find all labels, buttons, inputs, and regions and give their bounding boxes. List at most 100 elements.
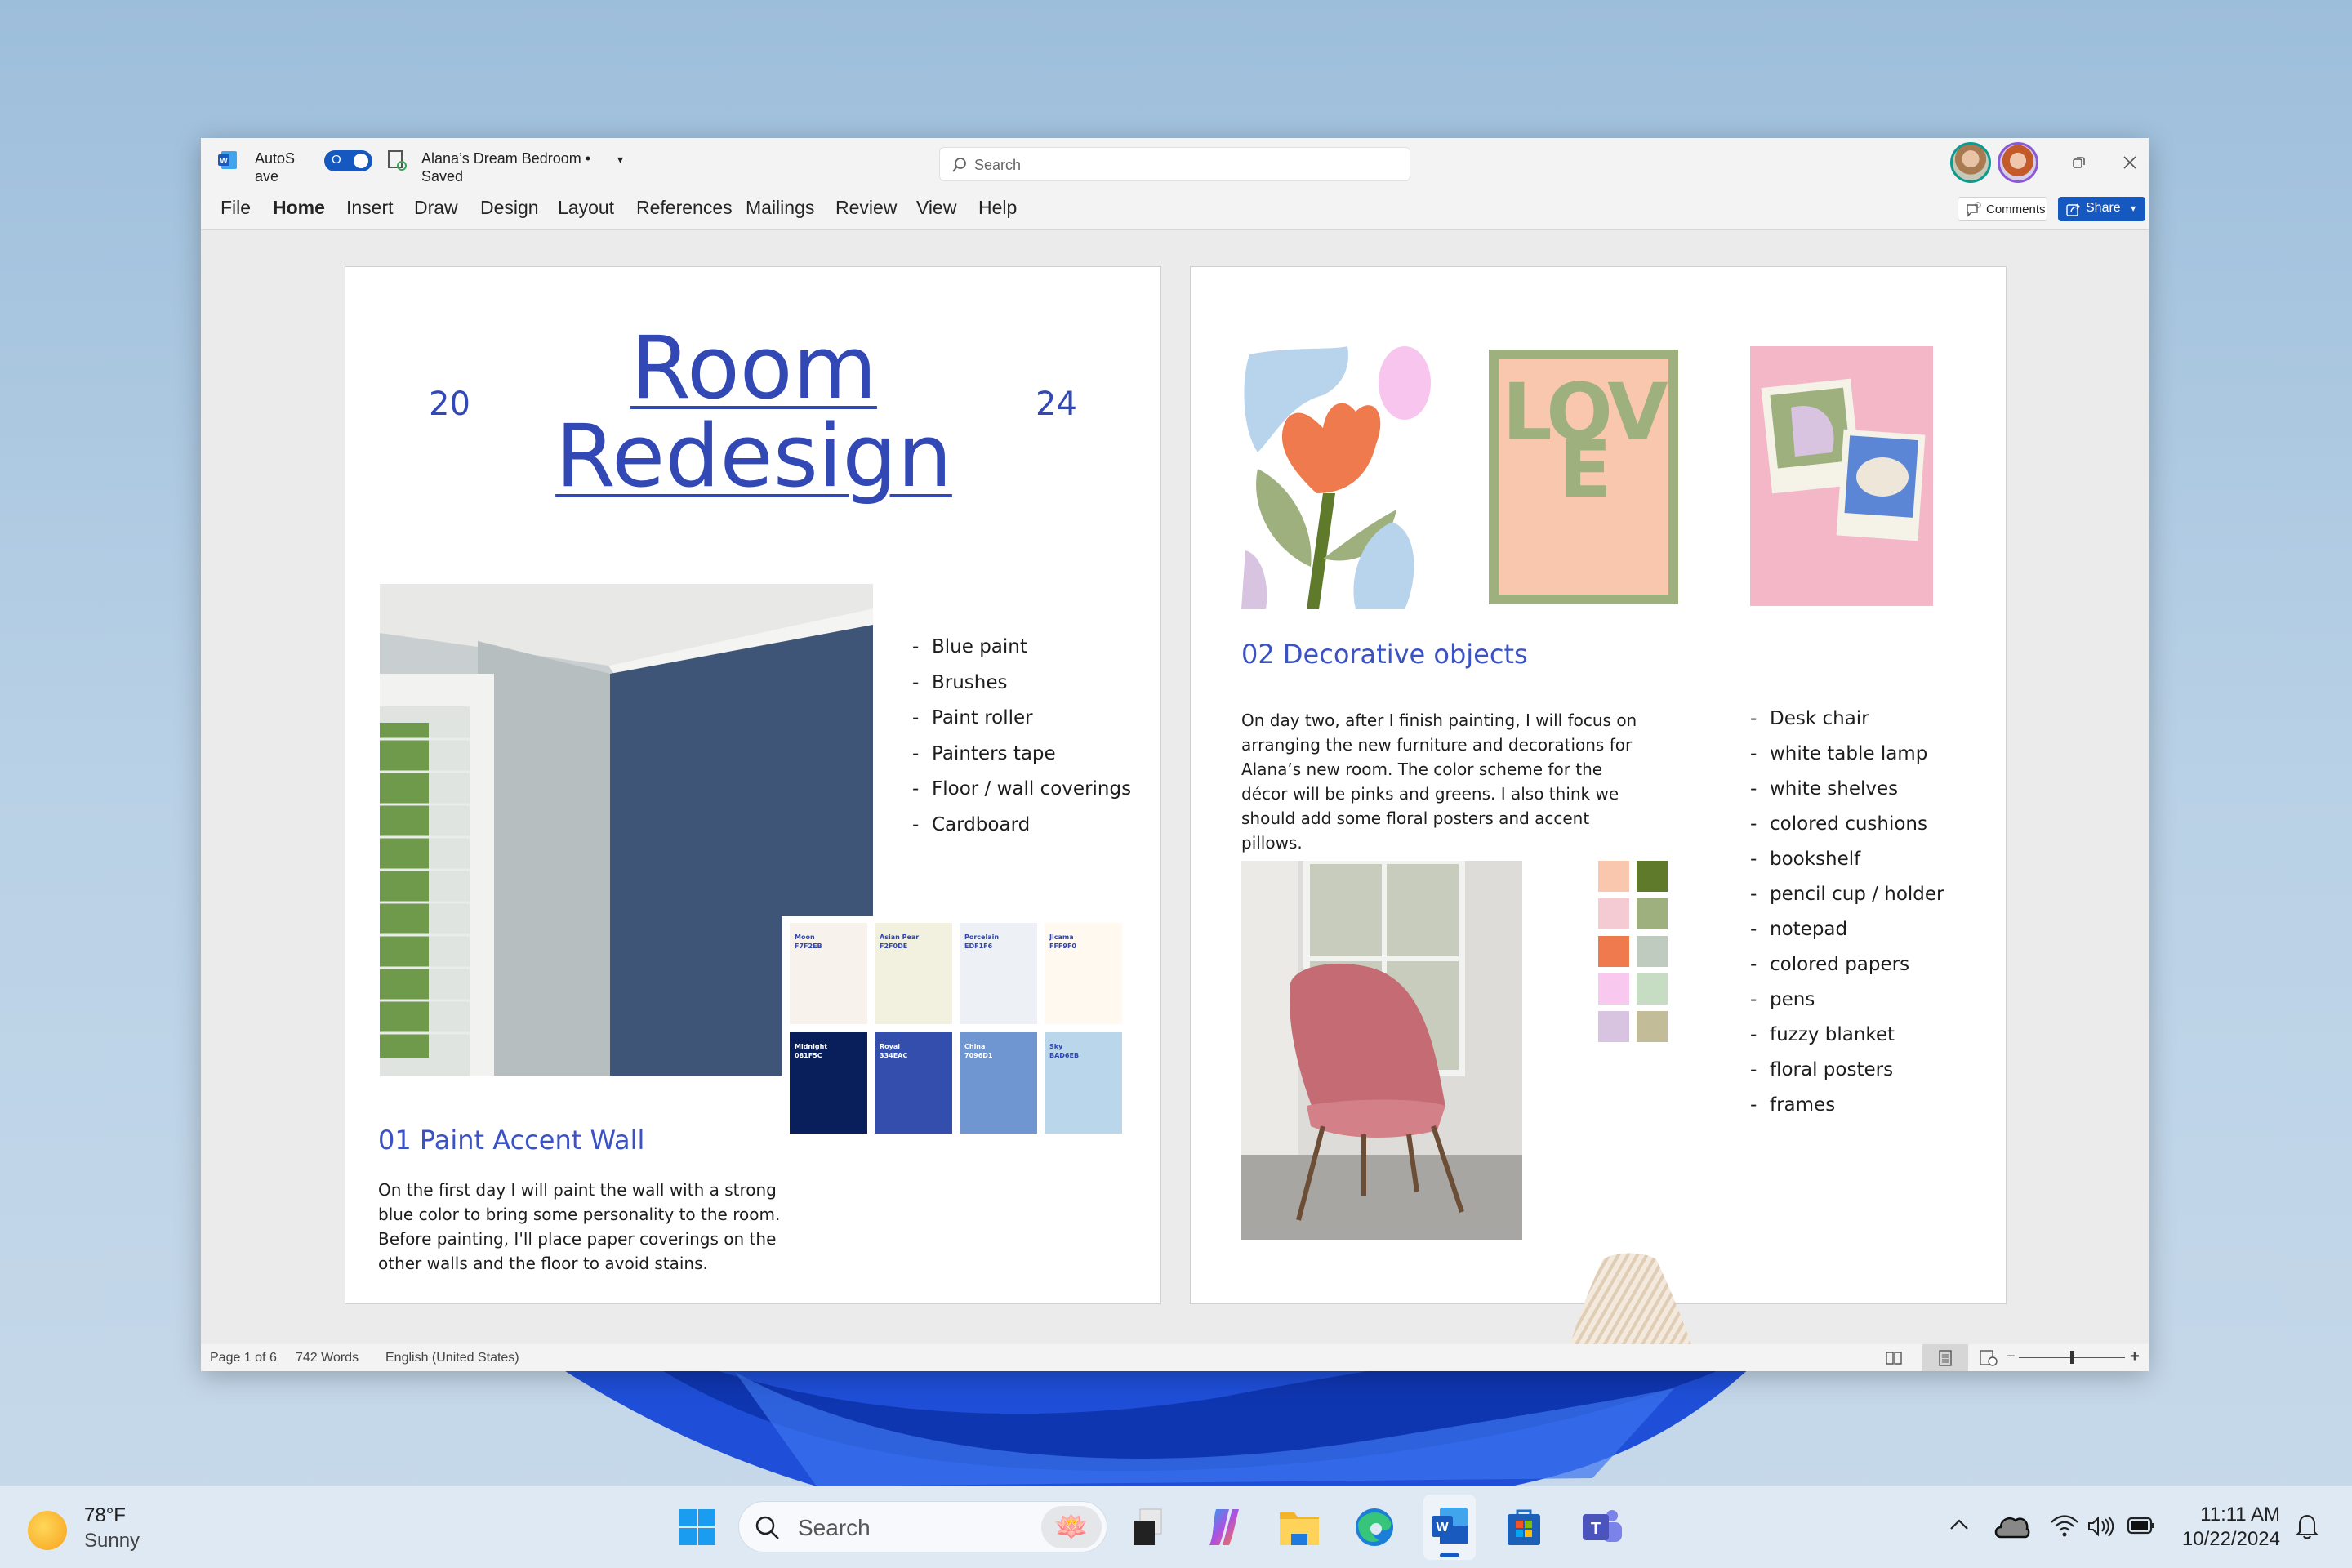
- word-app-icon: W: [218, 151, 237, 169]
- edge-browser-icon[interactable]: [1352, 1504, 1397, 1550]
- list-item-label: floral posters: [1770, 1059, 1894, 1080]
- list-item: - Brushes: [912, 672, 1008, 693]
- restore-icon[interactable]: [2071, 154, 2087, 171]
- list-item-label: white table lamp: [1770, 743, 1928, 764]
- share-icon: [2066, 203, 2080, 216]
- language-indicator[interactable]: English (United States): [385, 1351, 519, 1365]
- swatch-hex: BAD6EB: [1049, 1052, 1080, 1059]
- list-item: - fuzzy blanket: [1750, 1024, 1895, 1045]
- bullet-dash: -: [1750, 884, 1757, 905]
- swatch-card: Moon F7F2EB Asian Pear F2F0DE Porcelain EDF1F…: [782, 916, 1126, 1137]
- task-view-icon[interactable]: [1127, 1504, 1173, 1550]
- bullet-dash: -: [1750, 1059, 1757, 1080]
- zoom-in-button[interactable]: +: [2130, 1348, 2140, 1366]
- sun-weather-icon[interactable]: [28, 1511, 67, 1550]
- color-swatch: China 7096D1: [960, 1032, 1037, 1134]
- list-item: - Blue paint: [912, 636, 1027, 657]
- share-label: Share: [2086, 201, 2121, 215]
- list-item: - Painters tape: [912, 743, 1056, 764]
- bullet-dash: -: [912, 707, 920, 728]
- swatch-hex: 334EAC: [880, 1052, 908, 1059]
- section-heading-paint: 01 Paint Accent Wall: [378, 1125, 645, 1156]
- tab-file[interactable]: File: [220, 197, 251, 219]
- web-layout-icon[interactable]: [1979, 1349, 1998, 1367]
- weather-widget[interactable]: 78°F Sunny: [84, 1503, 140, 1553]
- page-1[interactable]: 20 24 Room Redesign - Blue paint - Brushes -…: [345, 266, 1161, 1304]
- tulip-illustration: [1241, 346, 1431, 609]
- word-count[interactable]: 742 Words: [296, 1351, 359, 1365]
- zoom-out-button[interactable]: −: [2006, 1348, 2016, 1366]
- swatch-hex: F2F0DE: [880, 942, 908, 950]
- comments-button[interactable]: Comments: [1958, 197, 2047, 221]
- tab-help[interactable]: Help: [978, 197, 1017, 219]
- onedrive-cloud-icon[interactable]: [1993, 1512, 2030, 1540]
- tab-layout[interactable]: Layout: [558, 197, 614, 219]
- avatar[interactable]: [1998, 142, 2038, 183]
- battery-icon[interactable]: [2127, 1516, 2156, 1535]
- volume-icon[interactable]: [2087, 1514, 2114, 1539]
- page-count[interactable]: Page 1 of 6: [210, 1351, 277, 1365]
- swatch-name: Jicama: [1049, 933, 1074, 941]
- read-mode-icon[interactable]: [1885, 1350, 1903, 1366]
- word-window: W AutoS ave O Alana’s Dream Bedroom • Sav…: [201, 138, 2149, 1371]
- wifi-icon[interactable]: [2050, 1514, 2079, 1539]
- tab-draw[interactable]: Draw: [414, 197, 458, 219]
- bullet-dash: -: [912, 742, 920, 764]
- autosave-toggle[interactable]: O: [324, 150, 372, 172]
- color-swatch: Midnight 081F5C: [790, 1032, 867, 1134]
- tab-references[interactable]: References: [636, 197, 733, 219]
- swatch-hex: 7096D1: [964, 1052, 993, 1059]
- swatch-hex: FFF9F0: [1049, 942, 1076, 950]
- bullet-dash: -: [912, 636, 920, 657]
- close-icon[interactable]: [2122, 154, 2138, 171]
- autosave-label-line1: AutoS: [255, 150, 296, 167]
- bullet-dash: -: [912, 778, 920, 800]
- comment-icon: [1967, 202, 1981, 217]
- list-item: - Desk chair: [1750, 708, 1869, 729]
- color-swatch: Moon F7F2EB: [790, 923, 867, 1024]
- page-2[interactable]: LOVE 02 Decorative objects On day two, a…: [1190, 266, 2007, 1371]
- windows-start-icon[interactable]: [675, 1504, 720, 1550]
- search-icon: [952, 158, 966, 172]
- copilot-icon[interactable]: [1201, 1504, 1247, 1550]
- title-dropdown-icon[interactable]: ▾: [617, 153, 623, 167]
- active-indicator: [1440, 1553, 1459, 1557]
- print-layout-button[interactable]: [1922, 1344, 1968, 1371]
- word-taskbar-button[interactable]: W: [1423, 1494, 1476, 1560]
- notification-bell-icon[interactable]: [2295, 1512, 2319, 1540]
- share-button[interactable]: Share ▾: [2058, 197, 2145, 221]
- word-icon: W: [1432, 1508, 1468, 1544]
- polaroids-photo: [1750, 346, 1933, 606]
- save-sync-icon[interactable]: [387, 149, 408, 172]
- tab-mailings[interactable]: Mailings: [746, 197, 814, 219]
- search-box[interactable]: Search: [939, 147, 1410, 181]
- palette-color-chip: [1598, 898, 1629, 929]
- chevron-up-icon[interactable]: [1949, 1517, 1970, 1532]
- weather-condition: Sunny: [84, 1530, 140, 1552]
- zoom-slider-thumb[interactable]: [2070, 1351, 2074, 1364]
- bullet-dash: -: [1750, 849, 1757, 870]
- swatch-name: Midnight: [795, 1043, 828, 1050]
- swatch-name: Asian Pear: [880, 933, 920, 941]
- list-item-label: pencil cup / holder: [1770, 884, 1944, 905]
- tab-insert[interactable]: Insert: [346, 197, 394, 219]
- taskbar-search[interactable]: Search 🪷: [738, 1501, 1107, 1552]
- palette-color-chip: [1637, 898, 1668, 929]
- love-poster: LOVE: [1489, 350, 1678, 604]
- clock[interactable]: 11:11 AM 10/22/2024: [2164, 1503, 2280, 1552]
- tab-design[interactable]: Design: [480, 197, 539, 219]
- tab-home[interactable]: Home: [273, 197, 325, 219]
- teams-icon[interactable]: T: [1579, 1504, 1625, 1550]
- microsoft-store-icon[interactable]: [1501, 1504, 1547, 1550]
- file-explorer-icon[interactable]: [1276, 1504, 1322, 1550]
- document-title[interactable]: Alana’s Dream Bedroom •: [421, 149, 590, 167]
- document-canvas[interactable]: 20 24 Room Redesign - Blue paint - Brushes -…: [201, 229, 2149, 1371]
- tab-review[interactable]: Review: [835, 197, 897, 219]
- color-swatch: Porcelain EDF1F6: [960, 923, 1037, 1024]
- taskbar: 78°F Sunny Search 🪷 W T 11:11 AM 10/22/2…: [0, 1486, 2352, 1568]
- list-item-label: fuzzy blanket: [1770, 1024, 1895, 1045]
- swatch-hex: 081F5C: [795, 1052, 822, 1059]
- list-item: - bookshelf: [1750, 849, 1860, 870]
- tab-view[interactable]: View: [916, 197, 956, 219]
- avatar[interactable]: [1950, 142, 1991, 183]
